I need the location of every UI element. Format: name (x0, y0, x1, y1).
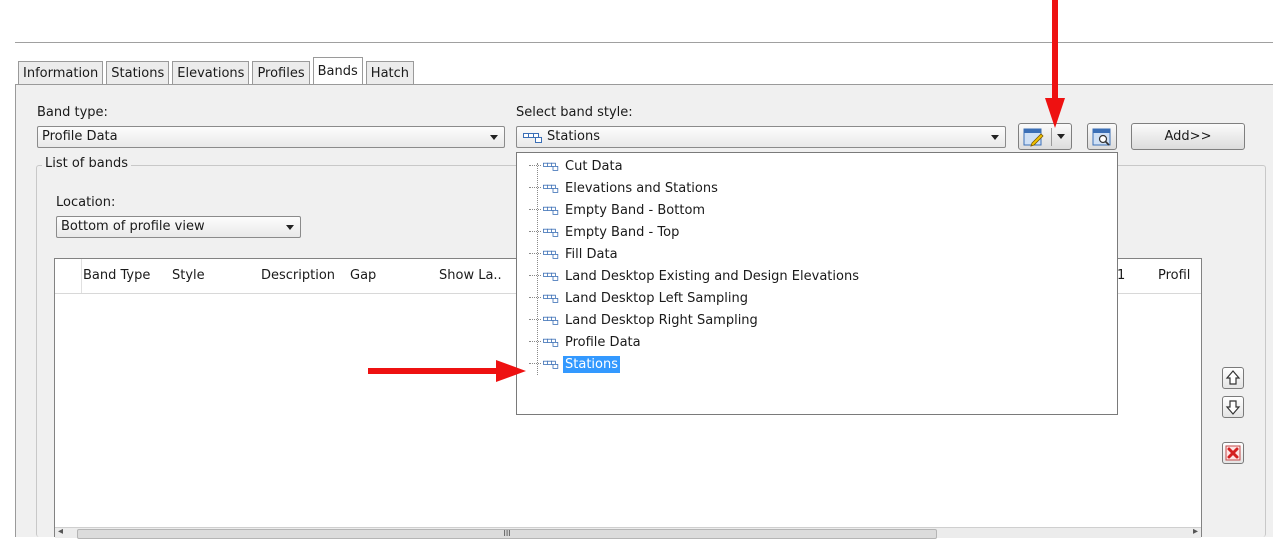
list-item-label: Cut Data (565, 158, 623, 174)
list-item-label: Land Desktop Left Sampling (565, 290, 749, 306)
band-style-icon (543, 228, 559, 237)
band-style-icon (523, 133, 542, 143)
annotation-arrow-right-icon (368, 360, 526, 382)
tree-dots (529, 297, 541, 299)
tree-dots (529, 187, 541, 189)
tab-hatch[interactable]: Hatch (365, 61, 415, 85)
tree-dots (529, 231, 541, 233)
band-style-select[interactable]: Stations (516, 126, 1006, 148)
band-style-icon (543, 184, 559, 193)
tree-dots (529, 341, 541, 343)
list-item[interactable]: Profile Data (529, 332, 643, 352)
tab-elevations[interactable]: Elevations (172, 61, 250, 85)
list-item[interactable]: Land Desktop Left Sampling (529, 288, 750, 308)
delete-band-button[interactable] (1222, 442, 1244, 464)
band-type-label: Band type: (37, 105, 108, 120)
tab-strip: Information Stations Elevations Profiles… (18, 57, 417, 85)
edit-style-icon (1023, 128, 1044, 147)
tab-information[interactable]: Information (18, 61, 104, 85)
list-item-label: Stations (563, 355, 620, 373)
column-header[interactable]: Description (261, 268, 335, 283)
band-style-label: Select band style: (516, 105, 633, 120)
column-header[interactable]: Band Type (83, 268, 150, 283)
band-style-icon (543, 250, 559, 259)
tree-dots (529, 253, 541, 255)
tab-bands[interactable]: Bands (312, 57, 363, 85)
list-item-label: Land Desktop Right Sampling (565, 312, 758, 328)
column-header[interactable]: Style (172, 268, 205, 283)
band-style-icon (543, 338, 559, 347)
band-style-icon (543, 206, 559, 215)
list-item[interactable]: Elevations and Stations (529, 178, 720, 198)
list-of-bands-title: List of bands (42, 156, 132, 171)
list-item[interactable]: Land Desktop Existing and Design Elevati… (529, 266, 861, 286)
arrow-up-icon (1225, 370, 1241, 385)
row-selector-header (55, 259, 82, 293)
chevron-down-icon (286, 225, 294, 230)
column-header[interactable]: Gap (350, 268, 376, 283)
tree-dots (529, 165, 541, 167)
band-style-icon (543, 272, 559, 281)
preview-icon (1092, 128, 1111, 146)
tab-stations[interactable]: Stations (106, 61, 170, 85)
location-select[interactable]: Bottom of profile view (56, 216, 301, 238)
split-divider (1051, 128, 1052, 146)
tree-dots (529, 319, 541, 321)
tree-dots (529, 363, 541, 365)
move-down-button[interactable] (1222, 396, 1244, 418)
arrow-down-icon (1225, 400, 1241, 415)
horizontal-scrollbar[interactable]: ◂ III ▸ (55, 526, 1201, 539)
scroll-left-icon[interactable]: ◂ (58, 526, 63, 537)
window-top-border (15, 42, 1273, 43)
list-item-label: Fill Data (565, 246, 618, 262)
tree-dots (529, 275, 541, 277)
annotation-arrow-down-icon (1045, 0, 1065, 128)
tree-dots (529, 209, 541, 211)
chevron-down-icon[interactable] (1057, 134, 1065, 139)
list-item-label: Empty Band - Bottom (565, 202, 706, 218)
list-item-label: Elevations and Stations (565, 180, 718, 196)
location-value: Bottom of profile view (61, 219, 205, 234)
band-style-icon (543, 294, 559, 303)
tab-profiles[interactable]: Profiles (252, 61, 310, 85)
list-item[interactable]: Fill Data (529, 244, 620, 264)
location-label: Location: (56, 195, 116, 210)
scrollbar-thumb[interactable]: III (77, 529, 937, 539)
band-style-icon (543, 162, 559, 171)
band-style-icon (543, 316, 559, 325)
list-item-label: Profile Data (565, 334, 641, 350)
chevron-down-icon (490, 135, 498, 140)
list-item[interactable]: Cut Data (529, 156, 625, 176)
column-header[interactable]: Profil (1158, 268, 1190, 283)
list-item-label: Land Desktop Existing and Design Elevati… (565, 268, 859, 284)
column-header[interactable]: 1 (1117, 268, 1125, 283)
delete-icon (1225, 445, 1241, 461)
list-item[interactable]: Land Desktop Right Sampling (529, 310, 760, 330)
list-item[interactable]: Empty Band - Bottom (529, 200, 707, 220)
band-type-value: Profile Data (42, 129, 118, 144)
list-item-selected[interactable]: Stations (529, 354, 620, 374)
move-up-button[interactable] (1222, 367, 1244, 389)
list-item[interactable]: Empty Band - Top (529, 222, 681, 242)
list-item-label: Empty Band - Top (565, 224, 680, 240)
band-style-icon (543, 360, 559, 369)
scroll-right-icon[interactable]: ▸ (1193, 526, 1198, 537)
chevron-down-icon (991, 135, 999, 140)
band-type-select[interactable]: Profile Data (37, 126, 505, 148)
column-header[interactable]: Show La.. (439, 268, 502, 283)
add-button[interactable]: Add>> (1131, 123, 1245, 150)
band-style-dropdown-list[interactable]: Cut Data Elevations and Stations Empty B… (516, 152, 1118, 415)
preview-button[interactable] (1087, 123, 1117, 150)
band-style-value: Stations (547, 129, 600, 144)
